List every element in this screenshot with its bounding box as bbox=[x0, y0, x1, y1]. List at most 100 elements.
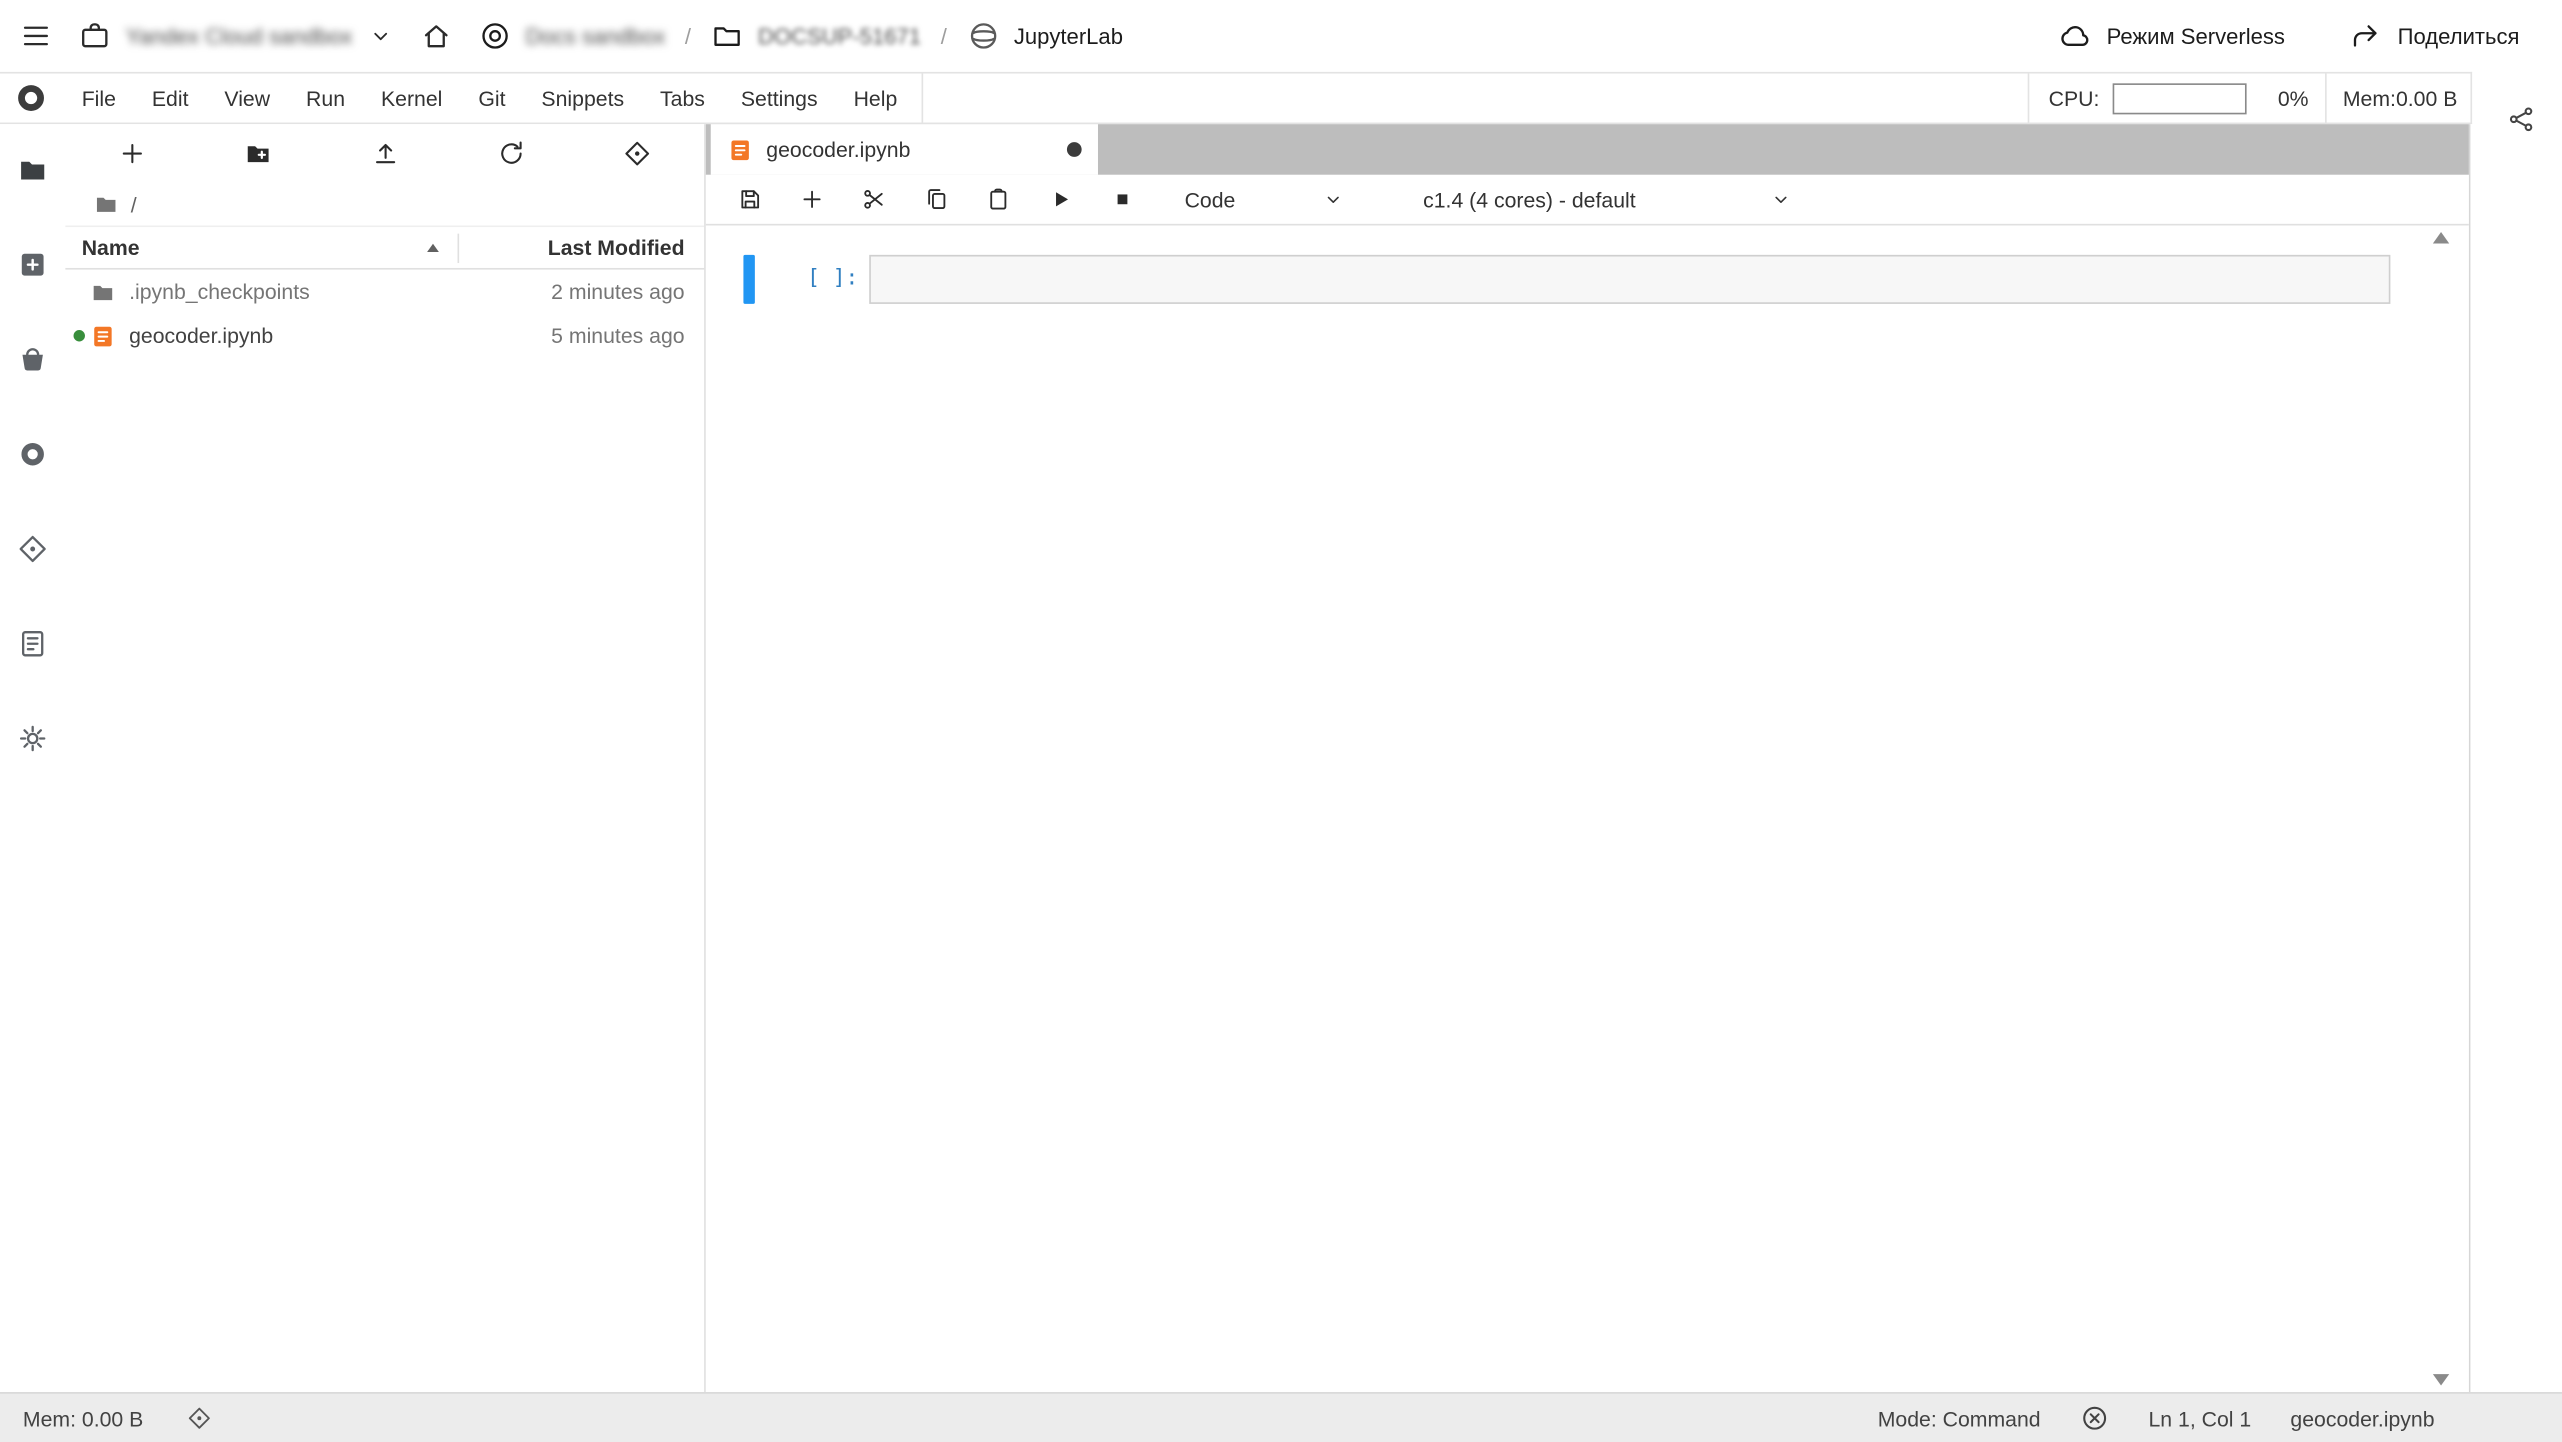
breadcrumb-org[interactable]: Docs sandbox bbox=[525, 24, 665, 49]
sessions-tab[interactable] bbox=[16, 438, 49, 471]
serverless-label: Режим Serverless bbox=[2107, 24, 2285, 49]
save-button[interactable] bbox=[737, 186, 763, 212]
storage-tab[interactable] bbox=[16, 343, 49, 376]
kernel-status-icon[interactable] bbox=[2080, 1404, 2109, 1433]
dock-panel: geocoder.ipynb bbox=[706, 124, 2471, 1392]
cpu-meter bbox=[2112, 83, 2246, 114]
tab-label: geocoder.ipynb bbox=[766, 137, 910, 162]
ring-icon bbox=[16, 438, 49, 471]
refresh-button[interactable] bbox=[496, 139, 525, 168]
cell-code-editor[interactable] bbox=[869, 255, 2390, 304]
breadcrumb-project[interactable]: DOCSUP-51671 bbox=[758, 24, 921, 49]
file-browser-breadcrumb[interactable]: / bbox=[65, 183, 704, 225]
breadcrumb-separator: / bbox=[936, 24, 952, 49]
cpu-value: 0% bbox=[2263, 86, 2325, 111]
notebook-file-icon bbox=[90, 323, 116, 349]
upload-icon bbox=[370, 139, 399, 168]
git-diamond-icon bbox=[16, 533, 49, 566]
menu-snippets[interactable]: Snippets bbox=[523, 74, 642, 123]
settings-gears-icon bbox=[16, 722, 49, 755]
menu-kernel[interactable]: Kernel bbox=[363, 74, 460, 123]
stop-icon bbox=[1109, 186, 1135, 212]
file-row-checkpoints[interactable]: .ipynb_checkpoints 2 minutes ago bbox=[65, 270, 704, 314]
active-cell-collapser[interactable] bbox=[743, 255, 754, 304]
settings-tab[interactable] bbox=[16, 722, 49, 755]
new-folder-button[interactable] bbox=[244, 139, 273, 168]
menu-bar: File Edit View Run Kernel Git Snippets T… bbox=[0, 72, 2472, 124]
menu-view[interactable]: View bbox=[206, 74, 288, 123]
git-clone-button[interactable] bbox=[623, 139, 652, 168]
insert-cell-button[interactable] bbox=[799, 186, 825, 212]
menu-items: File Edit View Run Kernel Git Snippets T… bbox=[64, 74, 924, 123]
column-modified[interactable]: Last Modified bbox=[475, 235, 684, 260]
column-name-label: Name bbox=[82, 235, 140, 260]
git-diamond-icon[interactable] bbox=[186, 1405, 212, 1431]
tab-geocoder-notebook[interactable]: geocoder.ipynb bbox=[711, 124, 1098, 175]
scissors-icon bbox=[861, 186, 887, 212]
memory-usage: Mem:0.00 B bbox=[2343, 86, 2458, 111]
file-row-notebook[interactable]: geocoder.ipynb 5 minutes ago bbox=[65, 314, 704, 358]
file-browser-toolbar bbox=[65, 124, 704, 183]
active-file-name: geocoder.ipynb bbox=[2290, 1406, 2434, 1431]
share-button[interactable]: Поделиться bbox=[2350, 20, 2519, 53]
git-diamond-icon bbox=[623, 139, 652, 168]
tab-bar: geocoder.ipynb bbox=[706, 124, 2469, 175]
menu-tabs[interactable]: Tabs bbox=[642, 74, 723, 123]
unsaved-changes-dot[interactable] bbox=[1067, 142, 1082, 157]
activity-bar bbox=[0, 124, 65, 1392]
paste-cell-button[interactable] bbox=[985, 186, 1011, 212]
plus-icon bbox=[799, 186, 825, 212]
menu-settings[interactable]: Settings bbox=[723, 74, 836, 123]
mode-indicator[interactable]: Mode: Command bbox=[1878, 1406, 2041, 1431]
menu-help[interactable]: Help bbox=[836, 74, 916, 123]
notebook-toolbar: Code c1.4 (4 cores) - default bbox=[706, 175, 2469, 226]
right-rail bbox=[2470, 124, 2561, 1392]
column-name[interactable]: Name bbox=[82, 235, 458, 260]
file-modified: 5 minutes ago bbox=[551, 324, 684, 349]
org-icon bbox=[478, 20, 511, 53]
scroll-down-arrow[interactable] bbox=[2432, 1374, 2448, 1385]
git-tab[interactable] bbox=[16, 533, 49, 566]
cell-input-prompt: [ ]: bbox=[807, 255, 858, 304]
briefcase-icon bbox=[78, 20, 111, 53]
cell-type-select[interactable]: Code bbox=[1185, 187, 1345, 212]
workspace-selector[interactable]: Yandex Cloud sandbox bbox=[78, 20, 393, 53]
stop-kernel-button[interactable] bbox=[1109, 186, 1135, 212]
notebook-scrollbar[interactable] bbox=[2428, 232, 2453, 1386]
run-cell-button[interactable] bbox=[1047, 186, 1073, 212]
docs-list-tab[interactable] bbox=[16, 627, 49, 660]
cut-cell-button[interactable] bbox=[861, 186, 887, 212]
file-browser-panel: / Name Last Modified .ipynb_checkpoints … bbox=[65, 124, 705, 1392]
share-network-button[interactable] bbox=[2506, 105, 2535, 134]
scroll-up-arrow[interactable] bbox=[2432, 232, 2448, 243]
breadcrumb-app[interactable]: JupyterLab bbox=[1014, 24, 1123, 49]
menu-run[interactable]: Run bbox=[288, 74, 363, 123]
cursor-position[interactable]: Ln 1, Col 1 bbox=[2148, 1406, 2251, 1431]
file-name: geocoder.ipynb bbox=[129, 324, 273, 349]
cpu-label: CPU: bbox=[2049, 86, 2100, 111]
current-path: / bbox=[131, 192, 137, 217]
menu-git[interactable]: Git bbox=[460, 74, 523, 123]
folder-icon bbox=[16, 154, 49, 187]
menu-file[interactable]: File bbox=[64, 74, 134, 123]
folder-icon bbox=[93, 191, 119, 217]
copy-cell-button[interactable] bbox=[923, 186, 949, 212]
save-icon bbox=[737, 186, 763, 212]
hamburger-menu-button[interactable] bbox=[20, 20, 53, 53]
notebook-file-icon bbox=[727, 136, 753, 162]
menu-edit[interactable]: Edit bbox=[134, 74, 207, 123]
serverless-mode-button[interactable]: Режим Serverless bbox=[2059, 20, 2285, 53]
new-resource-tab[interactable] bbox=[16, 248, 49, 281]
file-browser-tab[interactable] bbox=[16, 154, 49, 187]
share-network-icon bbox=[2506, 105, 2535, 134]
breadcrumb: Docs sandbox / DOCSUP-51671 / JupyterLab bbox=[478, 20, 1123, 53]
kernel-name: c1.4 (4 cores) - default bbox=[1423, 187, 1636, 212]
home-icon bbox=[419, 20, 452, 53]
memory-status: Mem: 0.00 B bbox=[23, 1406, 143, 1431]
new-launcher-button[interactable] bbox=[118, 139, 147, 168]
upload-button[interactable] bbox=[370, 139, 399, 168]
kernel-select[interactable]: c1.4 (4 cores) - default bbox=[1423, 187, 1792, 212]
workspace-name: Yandex Cloud sandbox bbox=[126, 24, 352, 49]
home-button[interactable] bbox=[419, 20, 452, 53]
plus-icon bbox=[118, 139, 147, 168]
